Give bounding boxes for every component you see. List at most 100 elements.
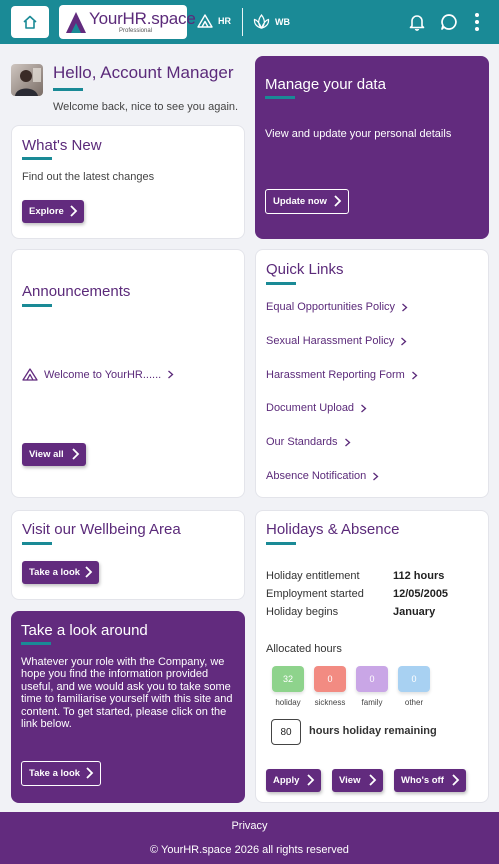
employment-started-label: Employment started (266, 588, 364, 600)
whats-new-underline (22, 157, 52, 160)
look-around-text: Whatever your role with the Company, we … (21, 656, 233, 731)
quick-link-label: Our Standards (266, 436, 338, 448)
wellbeing-card: Visit our Wellbeing Area Take a look (11, 510, 245, 600)
chevron-right-icon (373, 472, 379, 480)
whos-off-label: Who's off (401, 775, 444, 786)
chevron-right-icon (344, 438, 351, 446)
more-button[interactable] (466, 11, 488, 33)
logo-mark-icon (22, 368, 38, 381)
chip-other-label: other (404, 698, 424, 707)
chip-sickness: 0 (314, 666, 346, 692)
quick-link-label: Document Upload (266, 402, 355, 414)
whats-new-title: What's New (22, 137, 102, 154)
chevron-right-icon (72, 448, 80, 460)
bell-icon (409, 15, 425, 31)
view-all-label: View all (29, 449, 64, 460)
chevron-right-icon (334, 195, 342, 207)
nav-wb-label: WB (275, 16, 290, 27)
announcement-item-label: Welcome to YourHR...... (44, 368, 162, 381)
quick-links-card: Quick Links Equal Opportunities Policy S… (255, 249, 489, 498)
chip-other: 0 (398, 666, 430, 692)
holiday-begins-label: Holiday begins (266, 606, 339, 618)
wellbeing-take-a-look-button[interactable]: Take a look (22, 561, 99, 584)
nav-wb[interactable]: WB (253, 14, 290, 29)
announcement-item[interactable]: Welcome to YourHR...... (22, 368, 174, 381)
quick-link-harassment-form[interactable]: Harassment Reporting Form (266, 369, 418, 381)
manage-data-text: View and update your personal details (265, 128, 452, 140)
triangle-icon (197, 14, 213, 28)
apply-button[interactable]: Apply (266, 769, 321, 792)
quick-link-document-upload[interactable]: Document Upload (266, 402, 367, 414)
home-button[interactable] (11, 6, 49, 38)
look-around-button-label: Take a look (29, 768, 81, 779)
avatar (11, 64, 43, 96)
wellbeing-button-label: Take a look (29, 567, 81, 578)
quick-link-label: Absence Notification (266, 470, 367, 482)
view-button[interactable]: View (332, 769, 383, 792)
whats-new-text: Find out the latest changes (22, 171, 155, 183)
notifications-button[interactable] (406, 11, 428, 33)
update-now-label: Update now (273, 196, 327, 207)
chip-holiday: 32 (272, 666, 304, 692)
view-all-button[interactable]: View all (22, 443, 86, 466)
holidays-title: Holidays & Absence (266, 521, 400, 538)
chevron-right-icon (307, 774, 315, 786)
quick-link-equal-opportunities[interactable]: Equal Opportunities Policy (266, 301, 408, 313)
more-vertical-icon (475, 13, 479, 31)
quick-links-title: Quick Links (266, 261, 344, 278)
greeting-underline (53, 88, 83, 91)
nav-hr-label: HR (218, 16, 231, 26)
look-around-underline (21, 642, 51, 645)
manage-data-underline (265, 96, 295, 99)
lotus-icon (253, 14, 270, 29)
wellbeing-title: Visit our Wellbeing Area (22, 521, 181, 538)
look-around-take-a-look-button[interactable]: Take a look (21, 761, 101, 786)
chip-holiday-label: holiday (275, 698, 301, 707)
explore-button[interactable]: Explore (22, 200, 84, 223)
chevron-right-icon (70, 205, 78, 217)
chip-sickness-label: sickness (314, 698, 346, 707)
remaining-hours-box: 80 (271, 719, 301, 745)
look-around-title: Take a look around (21, 622, 148, 639)
holiday-entitlement-label: Holiday entitlement (266, 570, 360, 582)
chip-family-label: family (361, 698, 383, 707)
chevron-right-icon (85, 566, 93, 578)
chevron-right-icon (369, 774, 377, 786)
top-bar: YourHR.space Professional HR WB (0, 0, 499, 44)
chevron-right-icon (411, 371, 418, 379)
holidays-card: Holidays & Absence Holiday entitlement 1… (255, 510, 489, 803)
quick-link-label: Harassment Reporting Form (266, 369, 405, 381)
wellbeing-underline (22, 542, 52, 545)
remaining-hours-label: hours holiday remaining (309, 725, 437, 737)
holiday-begins-value: January (393, 606, 436, 618)
copyright: © YourHR.space 2026 all rights reserved (150, 844, 349, 856)
privacy-link[interactable]: Privacy (0, 820, 499, 832)
whos-off-button[interactable]: Who's off (394, 769, 466, 792)
update-now-button[interactable]: Update now (265, 189, 349, 214)
quick-link-label: Equal Opportunities Policy (266, 301, 396, 313)
quick-links-underline (266, 282, 296, 285)
announcements-underline (22, 304, 52, 307)
chat-button[interactable] (438, 11, 460, 33)
employment-started-value: 12/05/2005 (393, 588, 449, 600)
holiday-entitlement-value: 112 hours (393, 570, 445, 582)
logo[interactable]: YourHR.space Professional (59, 5, 196, 39)
nav-hr[interactable]: HR (197, 14, 231, 28)
logo-wordmark: YourHR.space (89, 9, 196, 28)
announcements-card: Announcements Welcome to YourHR...... Vi… (11, 249, 245, 498)
quick-link-label: Sexual Harassment Policy (266, 335, 395, 347)
quick-link-our-standards[interactable]: Our Standards (266, 436, 351, 448)
quick-link-absence-notification[interactable]: Absence Notification (266, 470, 379, 482)
apply-label: Apply (273, 775, 300, 786)
chip-family: 0 (356, 666, 388, 692)
view-label: View (339, 775, 361, 786)
nav-divider (242, 8, 243, 36)
chevron-right-icon (401, 337, 407, 345)
allocated-chips: 32 holiday 0 sickness 0 family 0 other (266, 666, 466, 714)
quick-link-sexual-harassment[interactable]: Sexual Harassment Policy (266, 335, 407, 347)
whats-new-card: What's New Find out the latest changes E… (11, 125, 245, 239)
manage-data-card: Manage your data View and update your pe… (255, 56, 489, 239)
announcements-title: Announcements (22, 283, 131, 300)
holidays-underline (266, 542, 296, 545)
chat-icon (441, 14, 457, 30)
